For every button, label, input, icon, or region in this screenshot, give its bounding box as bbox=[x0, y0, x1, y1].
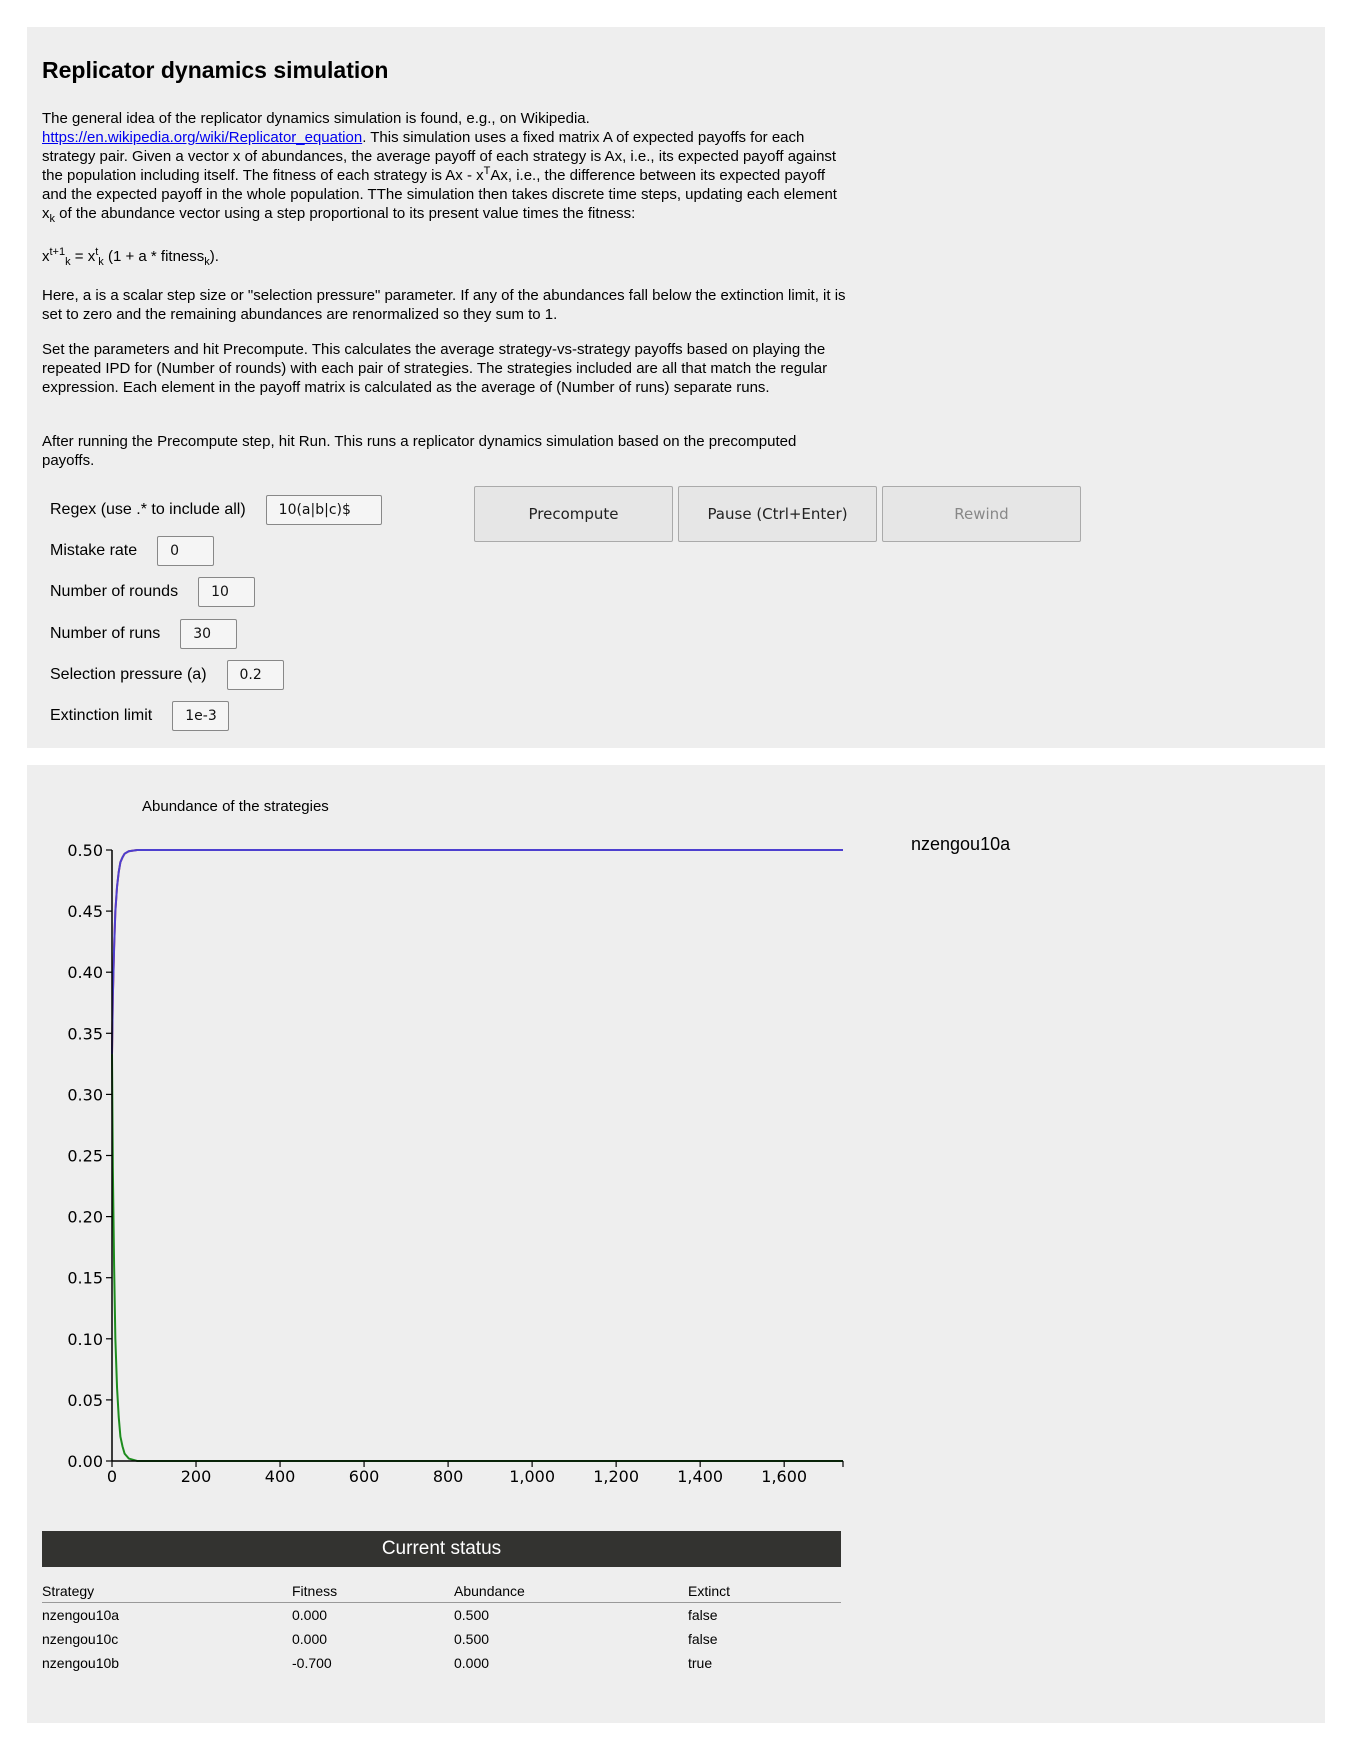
extinct-cell: false bbox=[688, 1631, 718, 1647]
y-tick-label: 0.10 bbox=[67, 1330, 103, 1349]
chart-title: Abundance of the strategies bbox=[142, 798, 329, 815]
abundance-cell: 0.500 bbox=[454, 1631, 490, 1647]
extinction-limit-row: Extinction limit bbox=[50, 699, 230, 733]
status-table: Strategy Fitness Abundance Extinct nzeng… bbox=[42, 1580, 841, 1675]
selection-pressure-row: Selection pressure (a) bbox=[50, 658, 284, 692]
abundance-cell: 0.000 bbox=[454, 1655, 490, 1671]
extinction-limit-label: Extinction limit bbox=[50, 707, 153, 724]
series-line-nzengou10a bbox=[111, 849, 843, 1055]
abundance-cell: 0.500 bbox=[454, 1607, 490, 1623]
mistake-rate-input[interactable] bbox=[157, 536, 215, 566]
legend-entry: nzengou10a bbox=[911, 834, 1011, 854]
runs-label: Number of runs bbox=[50, 625, 161, 642]
x-tick-label: 200 bbox=[181, 1467, 212, 1486]
rounds-input[interactable] bbox=[198, 577, 256, 607]
formula-part: (1 + a * fitness bbox=[103, 248, 205, 265]
intro-text-4: of the abundance vector using a step pro… bbox=[55, 205, 636, 222]
status-header: Current status bbox=[42, 1531, 841, 1567]
extinction-paragraph: Here, a is a scalar step size or "select… bbox=[42, 287, 846, 323]
precompute-button[interactable]: Precompute bbox=[474, 486, 673, 542]
x-tick-label: 1,200 bbox=[593, 1467, 639, 1486]
x-tick-label: 0 bbox=[107, 1467, 117, 1486]
series-line-nzengou10c bbox=[111, 849, 843, 1055]
series-line-nzengou10b bbox=[111, 1054, 843, 1462]
x-tick-label: 400 bbox=[265, 1467, 296, 1486]
strategy-cell: nzengou10a bbox=[42, 1607, 120, 1623]
strategy-cell: nzengou10c bbox=[42, 1631, 119, 1647]
formula-part: ). bbox=[209, 248, 219, 265]
runs-input[interactable] bbox=[180, 619, 238, 649]
y-tick-label: 0.50 bbox=[67, 841, 103, 860]
y-tick-label: 0.05 bbox=[67, 1391, 103, 1410]
mistake-rate-row: Mistake rate bbox=[50, 534, 215, 568]
update-formula: xt+1k = xtk (1 + a * fitnessk). bbox=[42, 246, 850, 268]
precompute-paragraph: Set the parameters and hit Precompute. T… bbox=[42, 341, 828, 396]
wikipedia-link[interactable]: https://en.wikipedia.org/wiki/Replicator… bbox=[42, 129, 362, 146]
x-tick-label: 1,600 bbox=[761, 1467, 807, 1486]
fitness-cell: 0.000 bbox=[292, 1607, 328, 1623]
x-tick-label: 600 bbox=[349, 1467, 380, 1486]
page-title: Replicator dynamics simulation bbox=[42, 57, 389, 83]
rounds-row: Number of rounds bbox=[50, 575, 256, 609]
status-header-row: Strategy Fitness Abundance Extinct bbox=[42, 1580, 841, 1603]
run-paragraph: After running the Precompute step, hit R… bbox=[42, 433, 797, 469]
mistake-rate-label: Mistake rate bbox=[50, 542, 138, 559]
y-tick-label: 0.15 bbox=[67, 1269, 103, 1288]
y-tick-label: 0.30 bbox=[67, 1085, 103, 1104]
rewind-button[interactable]: Rewind bbox=[882, 486, 1081, 542]
fitness-cell: 0.000 bbox=[292, 1631, 328, 1647]
intro-text: The general idea of the replicator dynam… bbox=[42, 110, 590, 127]
table-row: nzengou10a 0.000 0.500 false bbox=[42, 1603, 841, 1628]
x-tick-label: 800 bbox=[433, 1467, 464, 1486]
regex-input[interactable] bbox=[265, 495, 382, 525]
regex-label: Regex (use .* to include all) bbox=[50, 501, 246, 518]
selection-pressure-input[interactable] bbox=[226, 660, 284, 690]
y-tick-label: 0.20 bbox=[67, 1208, 103, 1227]
controls-panel: Replicator dynamics simulation The gener… bbox=[27, 27, 1325, 748]
y-tick-label: 0.00 bbox=[67, 1452, 103, 1471]
column-header: Strategy bbox=[42, 1580, 292, 1603]
x-tick-label: 1,000 bbox=[509, 1467, 555, 1486]
y-tick-label: 0.35 bbox=[67, 1024, 103, 1043]
intro-paragraph: The general idea of the replicator dynam… bbox=[42, 109, 850, 225]
x-tick-label: 1,400 bbox=[677, 1467, 723, 1486]
regex-row: Regex (use .* to include all) bbox=[50, 493, 382, 527]
y-tick-label: 0.45 bbox=[67, 902, 103, 921]
rounds-label: Number of rounds bbox=[50, 583, 179, 600]
formula-part: x bbox=[42, 248, 50, 265]
y-tick-label: 0.40 bbox=[67, 963, 103, 982]
pause-button[interactable]: Pause (Ctrl+Enter) bbox=[678, 486, 877, 542]
extinct-cell: false bbox=[688, 1607, 718, 1623]
y-tick-label: 0.25 bbox=[67, 1147, 103, 1166]
selection-pressure-label: Selection pressure (a) bbox=[50, 666, 207, 683]
strategy-cell: nzengou10b bbox=[42, 1655, 120, 1671]
extinction-limit-input[interactable] bbox=[172, 701, 230, 731]
table-row: nzengou10b -0.700 0.000 true bbox=[42, 1651, 841, 1675]
formula-part: = x bbox=[70, 248, 96, 265]
column-header: Extinct bbox=[688, 1580, 841, 1603]
column-header: Abundance bbox=[454, 1580, 688, 1603]
abundance-chart: Abundance of the strategies nzengou10a 0… bbox=[67, 798, 1011, 1486]
extinct-cell: true bbox=[688, 1655, 713, 1671]
fitness-cell: -0.700 bbox=[292, 1655, 332, 1671]
column-header: Fitness bbox=[292, 1580, 454, 1603]
runs-row: Number of runs bbox=[50, 617, 238, 651]
results-panel: Abundance of the strategies nzengou10a 0… bbox=[27, 765, 1325, 1723]
table-row: nzengou10c 0.000 0.500 false bbox=[42, 1627, 841, 1651]
formula-sup: t+1 bbox=[49, 246, 66, 258]
